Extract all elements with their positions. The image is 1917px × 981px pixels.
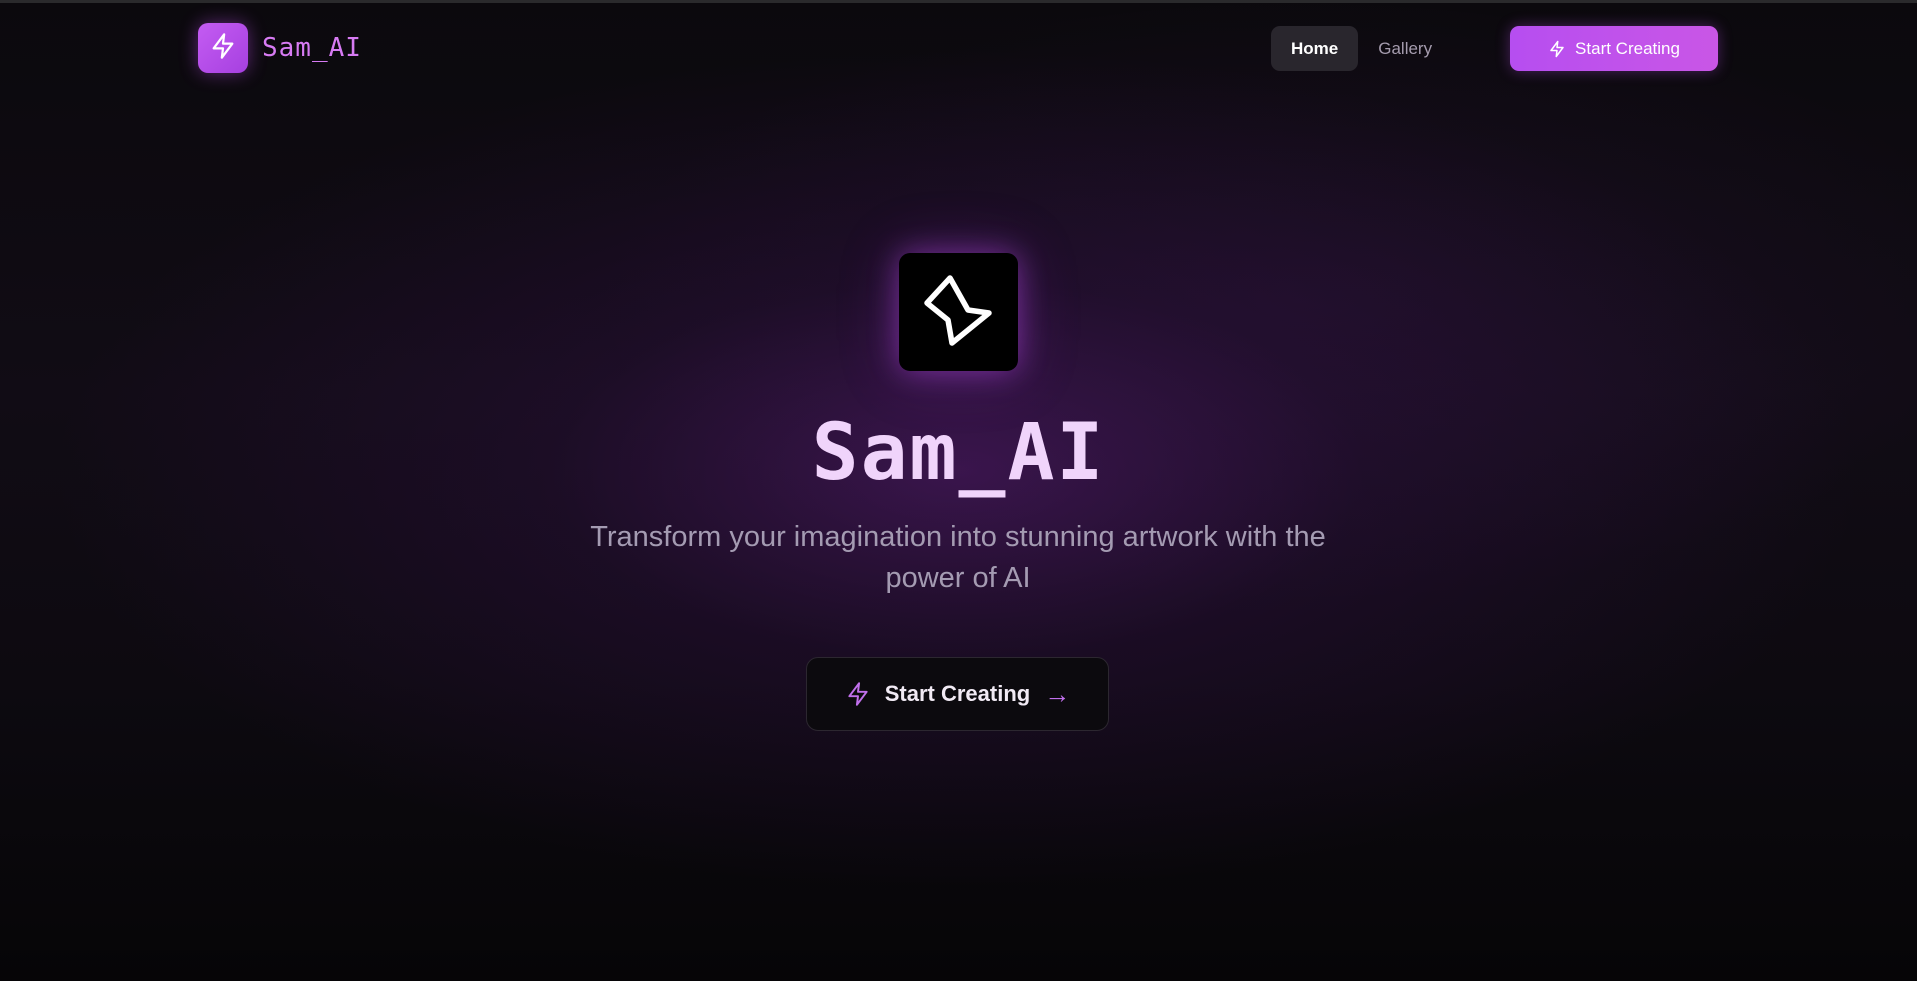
arrow-right-icon: → xyxy=(1044,678,1071,709)
start-creating-hero-label: Start Creating xyxy=(884,681,1031,706)
brand-logo[interactable] xyxy=(198,23,248,73)
navbar: Sam_AI Home Gallery Start Creating xyxy=(0,0,1917,98)
hero-subtitle: Transform your imagination into stunning… xyxy=(590,521,1326,594)
hero-title: Sam_AI xyxy=(811,408,1106,498)
start-creating-nav-button[interactable]: Start Creating xyxy=(1510,26,1718,71)
lightning-icon xyxy=(922,273,996,352)
lightning-icon xyxy=(845,681,871,707)
brand[interactable]: Sam_AI xyxy=(198,23,362,73)
lightning-icon xyxy=(1548,40,1566,58)
hero-logo xyxy=(899,253,1018,371)
nav-links: Home Gallery xyxy=(1271,26,1452,71)
start-creating-nav-label: Start Creating xyxy=(1575,38,1680,58)
nav-link-gallery[interactable]: Gallery xyxy=(1358,26,1452,71)
brand-name[interactable]: Sam_AI xyxy=(262,33,362,63)
nav-link-home[interactable]: Home xyxy=(1271,26,1359,71)
lightning-icon xyxy=(209,32,237,65)
start-creating-hero-button[interactable]: Start Creating → xyxy=(806,657,1109,731)
page: Sam_AI Home Gallery Start Creating Sam_A… xyxy=(0,0,1917,981)
